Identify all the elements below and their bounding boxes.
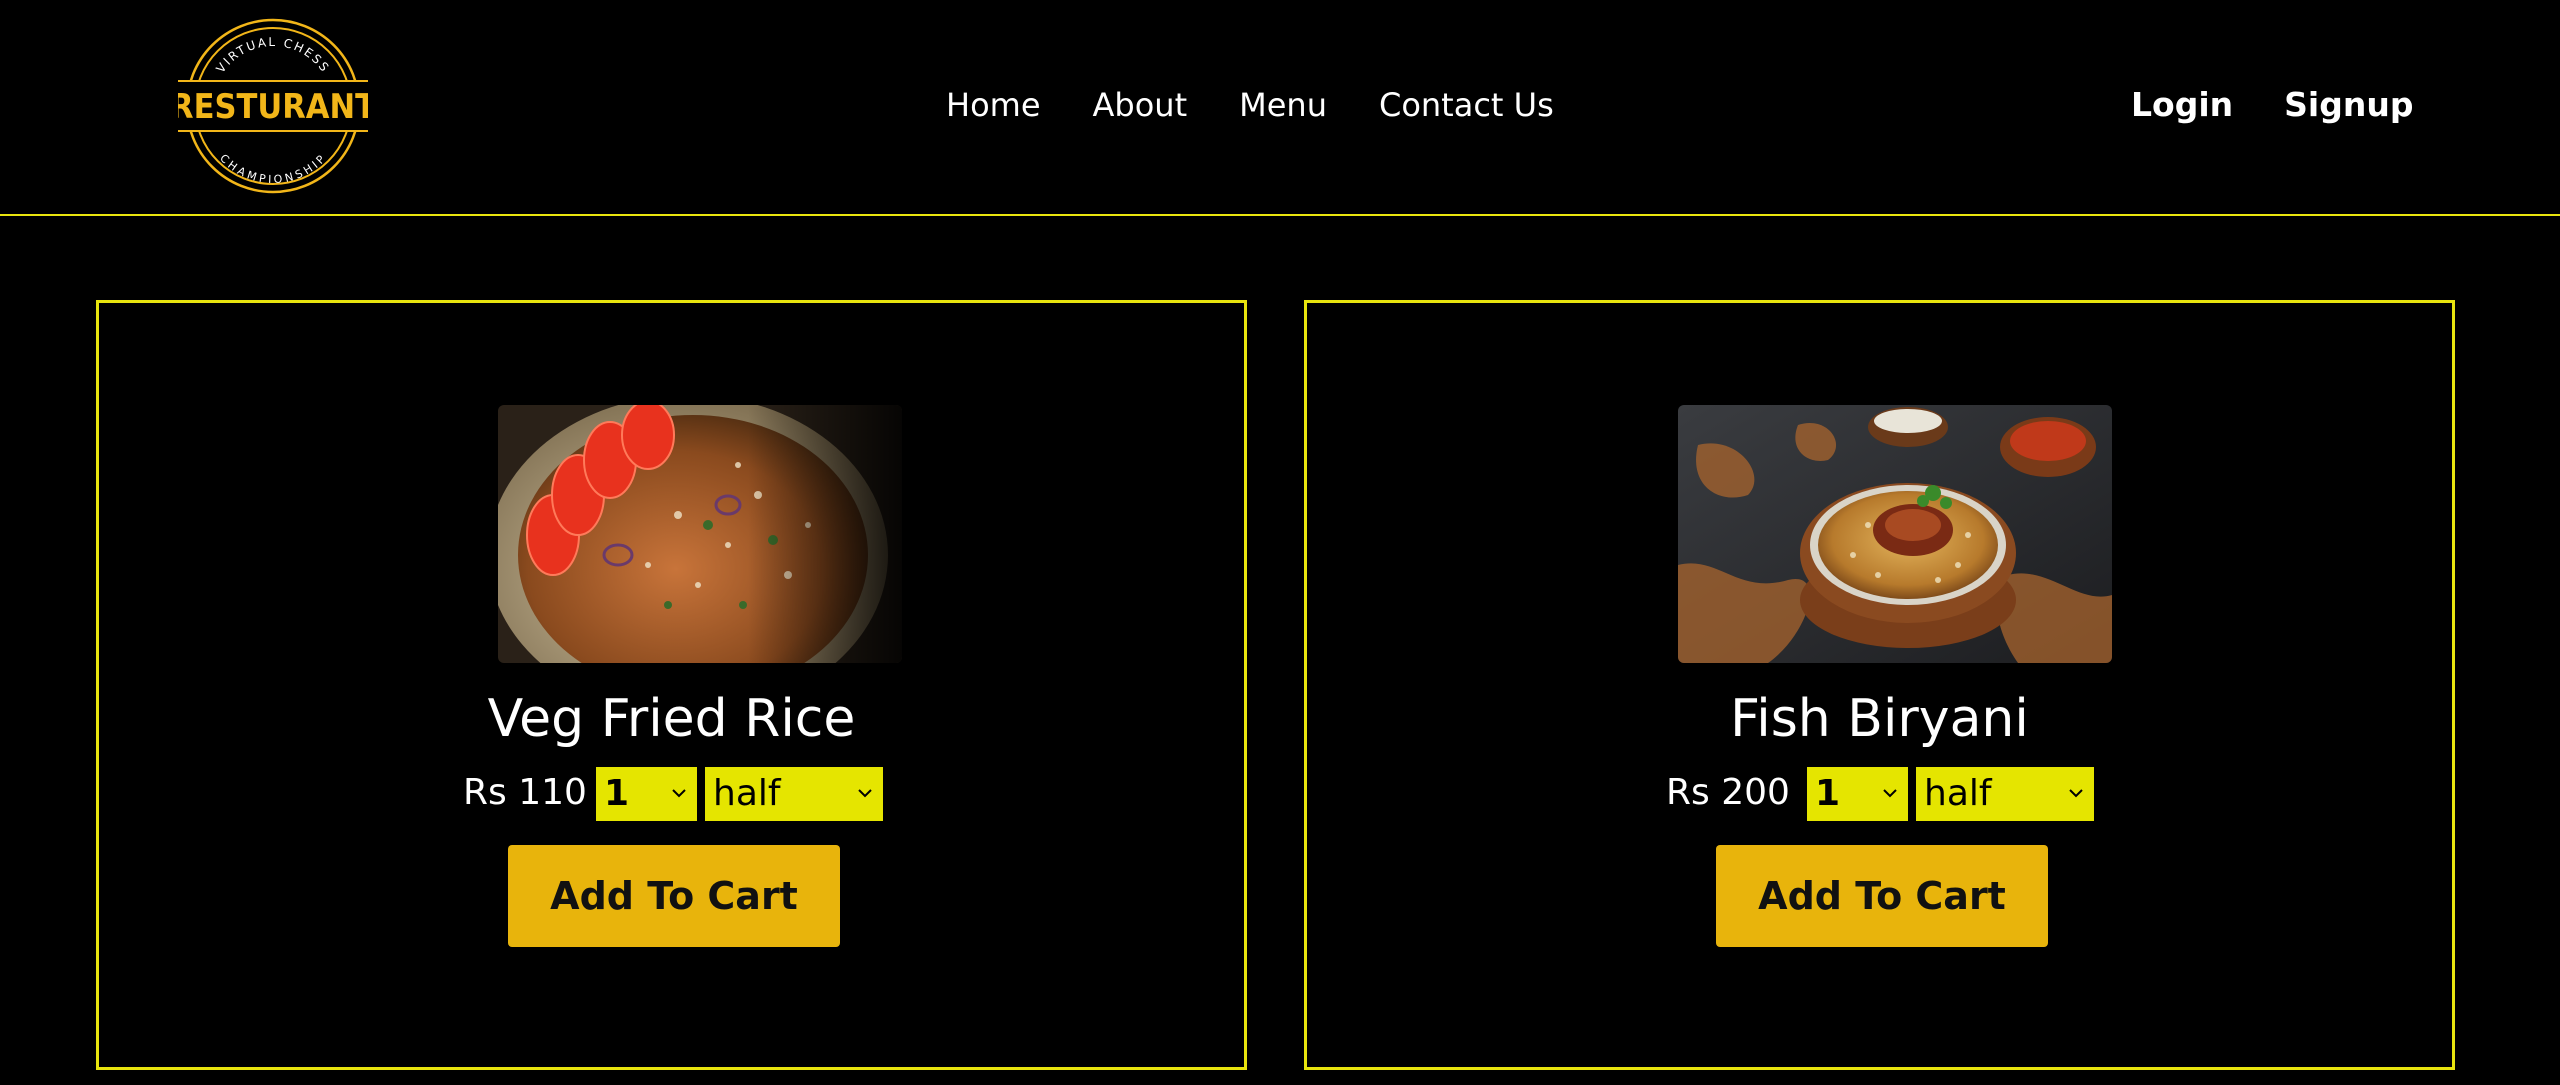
logo-main-text: RESTURANT <box>178 87 368 127</box>
login-link[interactable]: Login <box>2131 82 2233 128</box>
size-select[interactable]: half <box>705 767 883 821</box>
site-header: VIRTUAL CHESS RESTURANT CHAMPIONSHIP Hom… <box>0 0 2560 216</box>
menu-item-name: Fish Biryani <box>1730 689 2029 749</box>
quantity-select[interactable]: 1 <box>1807 767 1908 821</box>
nav-link-menu[interactable]: Menu <box>1239 82 1327 128</box>
size-select[interactable]: half <box>1916 767 2094 821</box>
chevron-down-icon <box>858 789 872 798</box>
menu-item-price: Rs 200 <box>1666 772 1790 813</box>
size-select-value: half <box>1924 773 1992 814</box>
nav-link-contact[interactable]: Contact Us <box>1379 82 1554 128</box>
chevron-down-icon <box>2069 789 2083 798</box>
main-nav: Home About Menu Contact Us <box>946 82 1554 128</box>
menu-card-veg-fried-rice: Veg Fried Rice Rs 110 1 half Add To Cart <box>96 300 1247 1070</box>
fish-biryani-image <box>1678 405 2112 663</box>
svg-text:CHAMPIONSHIP: CHAMPIONSHIP <box>217 152 329 187</box>
chevron-down-icon <box>672 789 686 798</box>
menu-item-price: Rs 110 <box>463 772 587 813</box>
add-to-cart-button[interactable]: Add To Cart <box>1716 845 2048 947</box>
menu-item-name: Veg Fried Rice <box>487 689 856 749</box>
add-to-cart-button[interactable]: Add To Cart <box>508 845 840 947</box>
signup-link[interactable]: Signup <box>2284 82 2413 128</box>
veg-fried-rice-image <box>498 405 902 663</box>
auth-links: Login Signup <box>2131 82 2413 128</box>
size-select-value: half <box>713 773 781 814</box>
quantity-select-value: 1 <box>1815 773 1841 814</box>
logo-bottom-text: CHAMPIONSHIP <box>217 152 327 187</box>
quantity-select[interactable]: 1 <box>596 767 697 821</box>
nav-link-about[interactable]: About <box>1093 82 1188 128</box>
chevron-down-icon <box>1883 789 1897 798</box>
logo[interactable]: VIRTUAL CHESS RESTURANT CHAMPIONSHIP <box>170 17 376 195</box>
page: VIRTUAL CHESS RESTURANT CHAMPIONSHIP Hom… <box>0 0 2560 1085</box>
logo-emblem-icon: VIRTUAL CHESS RESTURANT CHAMPIONSHIP <box>170 18 376 194</box>
quantity-select-value: 1 <box>604 773 630 814</box>
nav-link-home[interactable]: Home <box>946 82 1041 128</box>
menu-card-fish-biryani: Fish Biryani Rs 200 1 half Add To Cart <box>1304 300 2455 1070</box>
